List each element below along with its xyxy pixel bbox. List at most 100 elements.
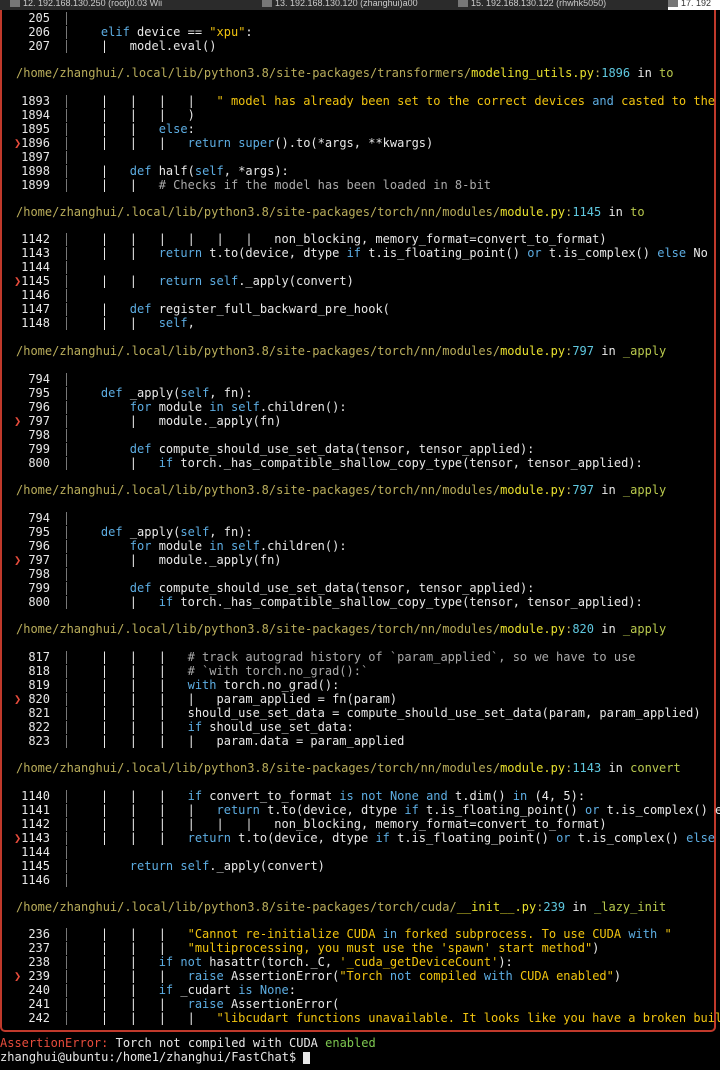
line-number-gutter (66, 582, 67, 595)
source-code: | | | raise AssertionError("Torch not co… (72, 969, 622, 983)
line-number: 797 (28, 553, 50, 567)
line-number: 798 (28, 428, 50, 442)
error-type: AssertionError: (0, 1036, 109, 1050)
traceback-source-line: 1144 (2, 845, 718, 859)
line-number-gutter (66, 928, 67, 941)
terminal-tab[interactable]: 13. 192.168.130.120 (zhanghui)a00 (262, 0, 462, 10)
source-code: | module._apply(fn) (72, 414, 282, 428)
line-number: 797 (28, 414, 50, 428)
error-message: Torch not compiled with CUDA (108, 1036, 326, 1050)
traceback-source-line: 795 def _apply(self, fn): (2, 386, 718, 400)
traceback-source-line: 242 | | | | "libcudart functions unavail… (2, 1011, 720, 1025)
traceback-source-line: 207 | model.eval() (2, 39, 718, 53)
terminal-tab-icon (10, 0, 20, 7)
source-code: | | | | return t.to(device, dtype if t.i… (72, 803, 720, 817)
line-number: 1898 (21, 164, 50, 178)
frame-file-path: /home/zhanghui/.local/lib/python3.8/site… (16, 900, 457, 914)
traceback-source-line: 1893 | | | | " model has already been se… (2, 94, 718, 108)
traceback-current-line: ❯ 797 | module._apply(fn) (2, 553, 718, 567)
source-code: | | | return super().to(*args, **kwargs) (72, 136, 434, 150)
shell-prompt[interactable]: zhanghui@ubuntu:/home1/zhanghui/FastChat… (0, 1050, 311, 1064)
line-number: 1893 (21, 94, 50, 108)
traceback-current-line: ❯ 1145 | | return self._apply(convert) (2, 274, 718, 288)
line-number: 798 (28, 567, 50, 581)
terminal-tab-icon (458, 0, 468, 7)
line-number: 207 (28, 39, 50, 53)
line-number-gutter (66, 693, 67, 706)
traceback-frame-header: /home/zhanghui/.local/lib/python3.8/site… (16, 761, 681, 775)
frame-function-name: _apply (622, 483, 667, 497)
line-number: 821 (28, 706, 50, 720)
traceback-source-line: 206 elif device == "xpu": (2, 25, 718, 39)
prompt-text: zhanghui@ubuntu:/home1/zhanghui/FastChat… (0, 1050, 304, 1064)
source-code: | | | if should_use_set_data: (72, 720, 354, 734)
traceback-source-line: 1894 | | | ) (2, 108, 718, 122)
frame-line-number: 820 (572, 622, 595, 636)
source-code: def _apply(self, fn): (100, 525, 253, 539)
traceback-source-line: 1148 | | self, (2, 316, 718, 330)
traceback-source-line: 794 (2, 372, 718, 386)
traceback-source-line: 796 for module in self.children(): (2, 400, 718, 414)
line-number-gutter (66, 233, 67, 246)
terminal-tab[interactable]: 17. 192 (668, 0, 720, 10)
frame-function-name: _lazy_init (594, 900, 667, 914)
line-number-gutter (66, 12, 67, 25)
source-code: def compute_should_use_set_data(tensor, … (129, 442, 535, 456)
source-code: | | | "multiprocessing, you must use the… (72, 941, 600, 955)
traceback-source-line: 240 | | if _cudart is None: (2, 983, 718, 997)
source-code: | | | ) (72, 108, 195, 122)
line-number-gutter (66, 707, 67, 720)
source-code: | module._apply(fn) (72, 553, 282, 567)
line-number: 796 (28, 400, 50, 414)
terminal-tab-icon (668, 0, 678, 7)
source-code: | if torch._has_compatible_shallow_copy_… (72, 456, 643, 470)
line-number-gutter (66, 1012, 67, 1025)
traceback-source-line: 241 | | | raise AssertionError( (2, 997, 718, 1011)
terminal-window[interactable]: 205 206 elif device == "xpu": 207 | model.… (0, 10, 720, 1032)
line-number-gutter (66, 387, 67, 400)
line-number-gutter (66, 721, 67, 734)
line-number-gutter (66, 679, 67, 692)
line-number: 236 (28, 927, 50, 941)
line-number: 1145 (21, 859, 50, 873)
source-code: | | return self._apply(convert) (72, 274, 354, 288)
terminal-tab-icon (262, 0, 272, 7)
traceback-frame-header: /home/zhanghui/.local/lib/python3.8/site… (16, 344, 666, 358)
source-code: for module in self.children(): (129, 539, 347, 553)
traceback-source-line: 795 def _apply(self, fn): (2, 525, 718, 539)
frame-file-name: module.py (500, 205, 566, 219)
line-number-gutter (66, 942, 67, 955)
line-number-gutter (66, 554, 67, 567)
traceback-source-line: 1142 | | | | | | non_blocking, memory_fo… (2, 232, 718, 246)
line-number-gutter (66, 874, 67, 887)
line-number: 1148 (21, 316, 50, 330)
frame-file-path: /home/zhanghui/.local/lib/python3.8/site… (16, 483, 501, 497)
traceback-source-line: 1141 | | | | return t.to(device, dtype i… (2, 803, 720, 817)
line-number: 1146 (21, 873, 50, 887)
traceback-frame-header: /home/zhanghui/.local/lib/python3.8/site… (16, 900, 666, 914)
frame-in-keyword: in (594, 622, 623, 636)
traceback-source-line: 818 | | | # `with torch.no_grad():` (2, 664, 718, 678)
line-number: 795 (28, 525, 50, 539)
frame-in-keyword: in (594, 344, 623, 358)
traceback-current-line: ❯ 1896 | | | return super().to(*args, **k… (2, 136, 718, 150)
line-number-gutter (66, 40, 67, 53)
terminal-tab[interactable]: 12. 192.168.130.250 (root)0.03 Wii (10, 0, 210, 10)
line-number: 799 (28, 442, 50, 456)
source-code: return self._apply(convert) (129, 859, 325, 873)
traceback-source-line: 1897 (2, 150, 718, 164)
frame-file-name: module.py (500, 761, 566, 775)
frame-function-name: _apply (622, 344, 667, 358)
frame-file-path: /home/zhanghui/.local/lib/python3.8/site… (16, 622, 501, 636)
frame-line-number: 1896 (601, 66, 631, 80)
line-number-gutter (66, 165, 67, 178)
terminal-tab-bar: 12. 192.168.130.250 (root)0.03 Wii 13. 19… (0, 0, 720, 10)
traceback-frame-header: /home/zhanghui/.local/lib/python3.8/site… (16, 483, 666, 497)
frame-file-name: modeling_utils.py (471, 66, 594, 80)
source-code: | | | return t.to(device, dtype if t.is_… (72, 831, 716, 845)
line-number-gutter (66, 429, 67, 442)
terminal-tab[interactable]: 15. 192.168.130.122 (rhwhk5050) (458, 0, 658, 10)
traceback-source-line: 822 | | | if should_use_set_data: (2, 720, 718, 734)
traceback-source-line: 817 | | | # track autograd history of `p… (2, 650, 718, 664)
terminal-tab-label: 15. 192.168.130.122 (rhwhk5050) (471, 0, 607, 8)
